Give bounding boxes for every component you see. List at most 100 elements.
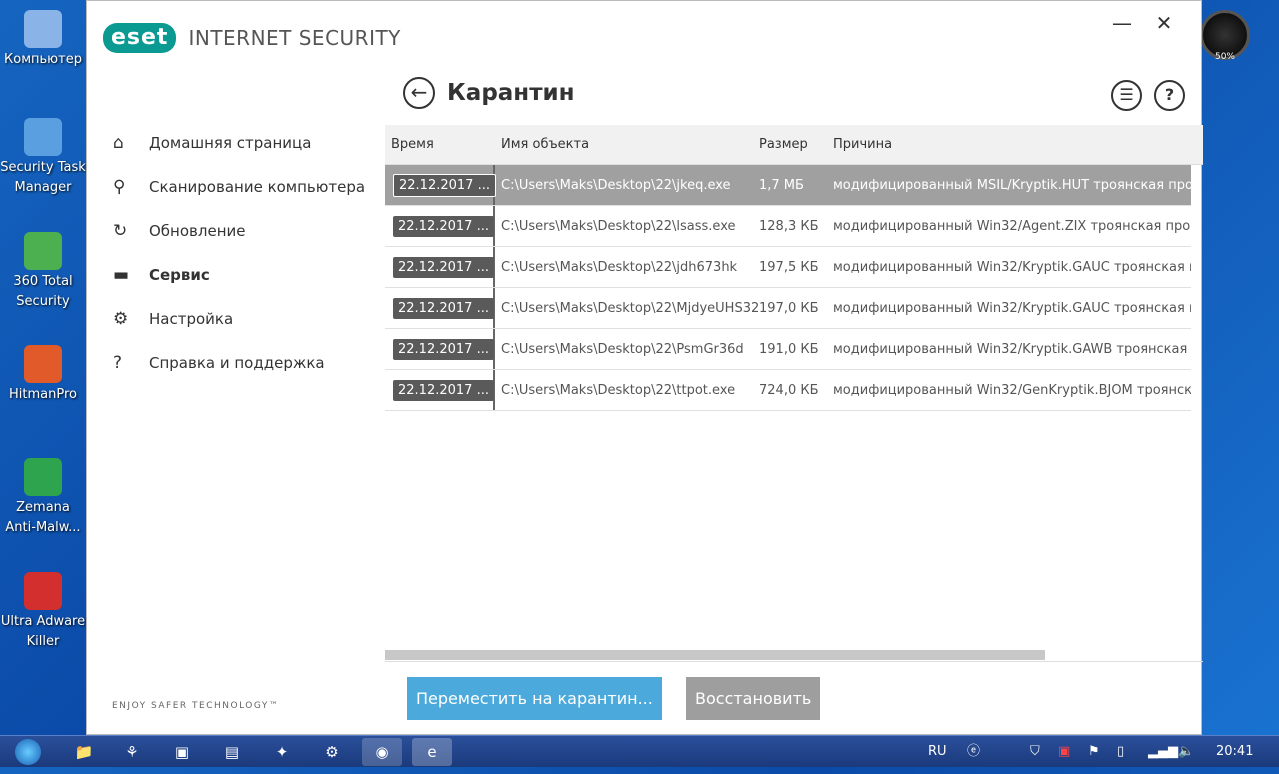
start-button[interactable]: [4, 738, 52, 766]
eset-taskbar-button[interactable]: e: [412, 738, 452, 766]
row-name: C:\Users\Maks\Desktop\22\MjdyeUHS32: [501, 300, 760, 316]
table-row[interactable]: 22.12.2017 ... C:\Users\Maks\Desktop\22\P…: [385, 329, 1191, 370]
row-size: 191,0 КБ: [759, 341, 819, 357]
table-row[interactable]: 22.12.2017 ... C:\Users\Maks\Desktop\22\l…: [385, 206, 1191, 247]
desktop-icon-label: HitmanPro: [9, 387, 77, 402]
desktop-icon-label: Компьютер: [4, 52, 82, 67]
row-reason: модифицированный Win32/Kryptik.GAUC троя…: [833, 300, 1191, 316]
col-size[interactable]: Размер: [759, 137, 833, 152]
taskbar-app-2[interactable]: ▣: [162, 738, 202, 766]
row-size: 724,0 КБ: [759, 382, 819, 398]
gadget-value: 50%: [1200, 10, 1250, 62]
quarantine-table: Время Имя объекта Размер Причина 22.12.2…: [385, 125, 1203, 655]
sidebar-item[interactable]: ? Справка и поддержка: [113, 341, 373, 385]
windows-logo-icon: [15, 739, 41, 765]
volume-icon[interactable]: 🔈: [1178, 736, 1194, 768]
nav-icon: ⌂: [113, 133, 124, 153]
row-reason: модифицированный Win32/Kryptik.GAWB троя…: [833, 341, 1191, 357]
taskbar: 📁 ⚘ ▣ ▤ ✦ ⚙ ◉ e RU ⓔ ⛉ ▣ ⚑ ▯ ▂▄▆ 🔈 20:41: [0, 735, 1279, 767]
col-name[interactable]: Имя объекта: [495, 137, 759, 152]
list-menu-button[interactable]: ☰: [1111, 80, 1142, 111]
nav-icon: ⚲: [113, 177, 126, 197]
col-time[interactable]: Время: [385, 125, 495, 164]
minimize-button[interactable]: —: [1107, 11, 1137, 35]
sidebar-item[interactable]: ⌂ Домашняя страница: [113, 121, 373, 165]
row-reason: модифицированный Win32/Agent.ZIX троянск…: [833, 218, 1191, 234]
monitor-icon: ▣: [174, 743, 190, 761]
footer-divider: [385, 661, 1203, 662]
network-icon[interactable]: ▂▄▆: [1148, 736, 1178, 768]
desktop-icon[interactable]: Компьютер: [0, 10, 86, 70]
language-indicator[interactable]: RU: [928, 736, 947, 768]
desktop-icon-label: 360 Total Security: [13, 274, 73, 309]
sidebar-item[interactable]: ⚲ Сканирование компьютера: [113, 165, 373, 209]
help-button[interactable]: ?: [1154, 80, 1185, 111]
table-row[interactable]: 22.12.2017 ... C:\Users\Maks\Desktop\22\j…: [385, 165, 1191, 206]
plus-shield-icon: [24, 232, 62, 270]
row-time: 22.12.2017 ...: [393, 215, 494, 237]
tray-eset-icon[interactable]: ⓔ: [967, 736, 980, 768]
sidebar-item[interactable]: ⚙ Настройка: [113, 297, 373, 341]
sidebar-item-label: Справка и поддержка: [149, 354, 325, 372]
nav-icon: ⚙: [113, 309, 129, 329]
gears-icon: ⚙: [325, 743, 339, 761]
desktop-icon-label: Security Task Manager: [0, 160, 86, 195]
row-name: C:\Users\Maks\Desktop\22\jdh673hk: [501, 259, 738, 275]
row-name: C:\Users\Maks\Desktop\22\jkeq.exe: [501, 177, 731, 193]
desktop-icon-label: Zemana Anti-Malw...: [5, 500, 81, 535]
chrome-taskbar-button[interactable]: ◉: [362, 738, 402, 766]
nav-icon: ?: [113, 353, 123, 373]
clock[interactable]: 20:41: [1216, 736, 1253, 768]
brand-badge: eset: [103, 23, 177, 53]
table-row[interactable]: 22.12.2017 ... C:\Users\Maks\Desktop\22\M…: [385, 288, 1191, 329]
desktop-icon[interactable]: Ultra Adware Killer: [0, 572, 86, 652]
taskbar-app-5[interactable]: ⚙: [312, 738, 352, 766]
nav-icon: ▬: [113, 265, 130, 285]
page-title: Карантин: [447, 80, 575, 106]
sidebar-item-label: Домашняя страница: [149, 134, 312, 152]
tray-c-icon[interactable]: ▣: [1058, 736, 1070, 768]
explorer-taskbar-button[interactable]: 📁: [64, 738, 104, 766]
tray-shield-icon[interactable]: ⛉: [1030, 736, 1040, 768]
sidebar-item-label: Сканирование компьютера: [149, 178, 366, 196]
row-size: 128,3 КБ: [759, 218, 819, 234]
row-name: C:\Users\Maks\Desktop\22\ttpot.exe: [501, 382, 736, 398]
product-name: INTERNET SECURITY: [188, 26, 401, 50]
eset-logo: eset INTERNET SECURITY: [103, 23, 401, 53]
back-button[interactable]: ←: [403, 77, 435, 109]
table-row[interactable]: 22.12.2017 ... C:\Users\Maks\Desktop\22\j…: [385, 247, 1191, 288]
flag-icon[interactable]: ⚑: [1088, 736, 1100, 768]
tagline: ENJOY SAFER TECHNOLOGY™: [112, 701, 280, 711]
sidebar: ⌂ Домашняя страница ⚲ Сканирование компьюте…: [113, 121, 373, 385]
horizontal-scrollbar[interactable]: [385, 650, 1045, 660]
taskbar-app-1[interactable]: ⚘: [112, 738, 152, 766]
power-icon[interactable]: ▯: [1117, 736, 1124, 768]
row-time: 22.12.2017 ...: [393, 297, 494, 319]
desktop-icon[interactable]: Security Task Manager: [0, 118, 86, 198]
desktop-icon-label: Ultra Adware Killer: [0, 614, 86, 649]
satellite-icon: ⚘: [125, 743, 139, 761]
row-name: C:\Users\Maks\Desktop\22\PsmGr36d: [501, 341, 744, 357]
taskbar-app-3[interactable]: ▤: [212, 738, 252, 766]
taskbar-app-4[interactable]: ✦: [262, 738, 302, 766]
board-icon: ▤: [224, 743, 240, 761]
col-reason[interactable]: Причина: [833, 137, 1203, 152]
desktop-icon[interactable]: HitmanPro: [0, 345, 86, 405]
list-icon: ☰: [1119, 85, 1134, 104]
row-time: 22.12.2017 ...: [393, 379, 494, 401]
desktop-icon[interactable]: 360 Total Security: [0, 232, 86, 312]
table-row[interactable]: 22.12.2017 ... C:\Users\Maks\Desktop\22\t…: [385, 370, 1191, 411]
sidebar-item[interactable]: ↻ Обновление: [113, 209, 373, 253]
eset-icon: e: [427, 743, 437, 761]
desktop-icon[interactable]: Zemana Anti-Malw...: [0, 458, 86, 538]
move-to-quarantine-button[interactable]: Переместить на карантин...: [407, 677, 662, 720]
sidebar-item-label: Сервис: [149, 266, 210, 284]
sidebar-item[interactable]: ▬ Сервис: [113, 253, 373, 297]
row-time: 22.12.2017 ...: [393, 173, 496, 197]
cpu-meter-gadget[interactable]: 50%: [1200, 10, 1252, 80]
close-button[interactable]: ✕: [1149, 11, 1179, 35]
sidebar-item-label: Обновление: [149, 222, 246, 240]
arrow-left-icon: ←: [410, 80, 428, 104]
row-reason: модифицированный Win32/GenKryptik.BJOM т…: [833, 382, 1191, 398]
restore-button[interactable]: Восстановить: [686, 677, 821, 720]
